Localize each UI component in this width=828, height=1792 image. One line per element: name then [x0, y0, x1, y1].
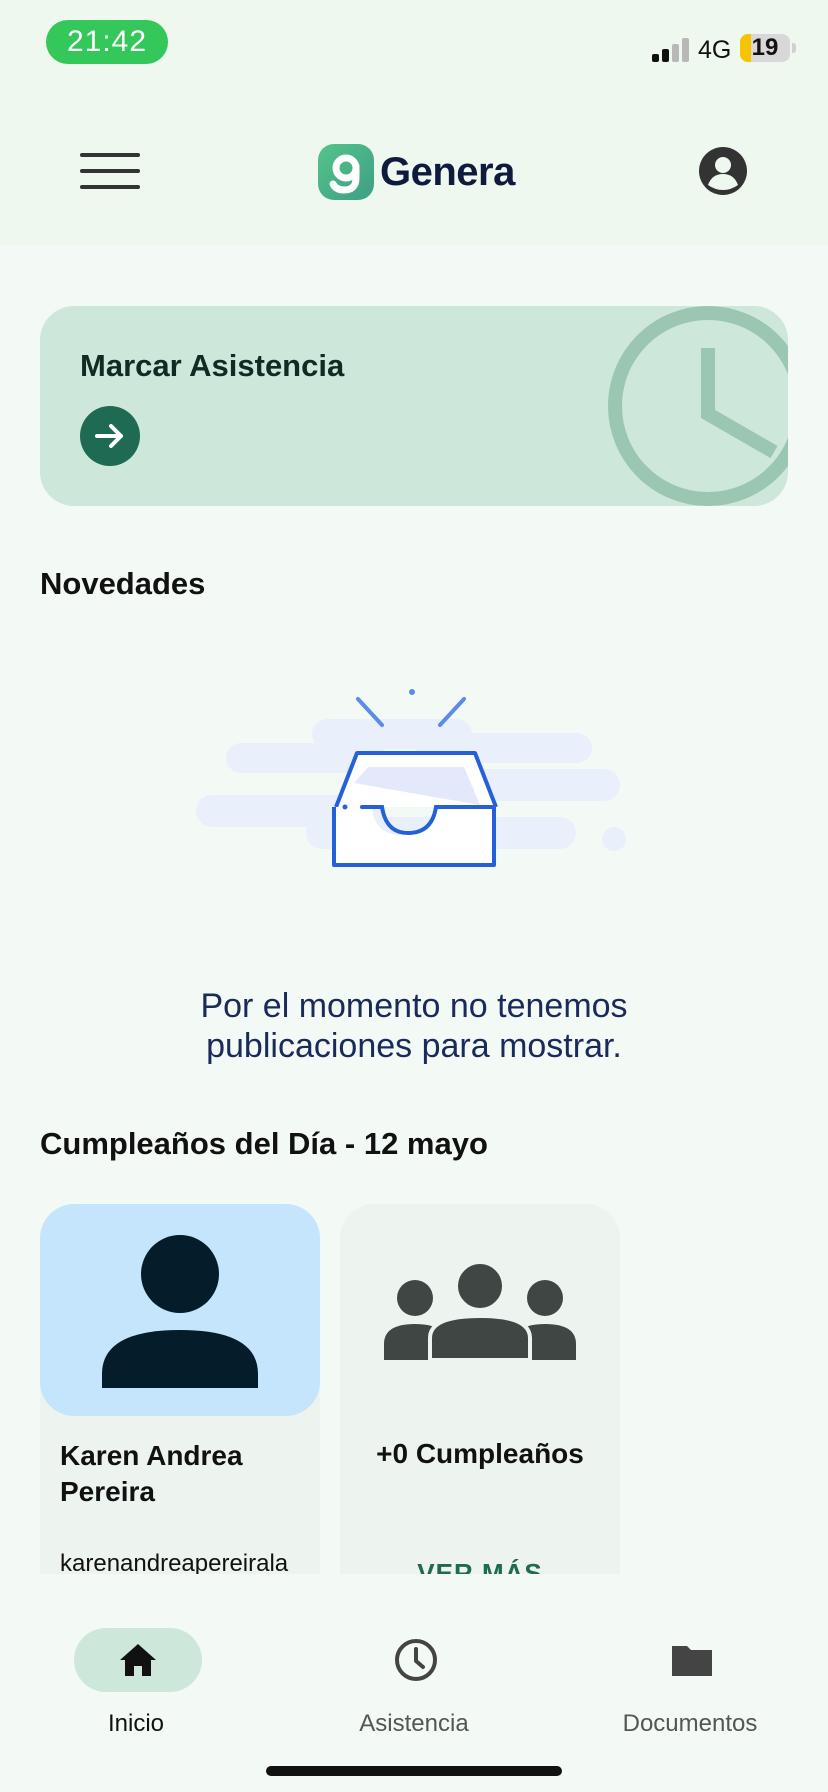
bottom-navigation: Inicio Asistencia Documentos [0, 1574, 828, 1792]
nav-label-asistencia: Asistencia [359, 1710, 469, 1737]
birthday-person-name: Karen Andrea Pereira [60, 1440, 243, 1507]
person-icon [40, 1204, 320, 1416]
app-header: Genera [0, 90, 828, 245]
network-label: 4G [698, 36, 732, 64]
home-icon [120, 1644, 156, 1676]
empty-inbox-icon [196, 689, 626, 867]
folder-icon [672, 1646, 712, 1676]
nav-item-documentos[interactable]: Documentos [590, 1628, 790, 1748]
birthday-person-card[interactable]: Karen Andrea Pereira karenandreapereiral… [40, 1204, 320, 1574]
logo-text: Genera [380, 149, 515, 194]
birthday-summary-card[interactable]: +0 Cumpleaños VER MÁS [340, 1204, 620, 1574]
nav-item-inicio[interactable]: Inicio [36, 1628, 236, 1748]
app-logo: Genera [318, 144, 515, 200]
battery-cap [792, 43, 796, 53]
group-icon [340, 1204, 620, 1416]
clock-icon [608, 306, 788, 506]
nav-label-inicio: Inicio [107, 1710, 165, 1737]
home-indicator[interactable] [266, 1766, 562, 1776]
status-time: 21:42 [46, 20, 168, 64]
birthday-person-email: karenandreapereirala [60, 1550, 289, 1574]
attendance-title: Marcar Asistencia [80, 348, 345, 383]
nav-item-asistencia[interactable]: Asistencia [314, 1628, 514, 1748]
nav-label-documentos: Documentos [622, 1710, 758, 1737]
empty-news-message: Por el momento no tenemos publicaciones … [200, 987, 628, 1065]
account-circle-icon[interactable] [698, 146, 748, 196]
logo-mark-icon [318, 144, 374, 200]
birthdays-section-title: Cumpleaños del Día - 12 mayo [40, 1126, 488, 1161]
signal-icon [652, 38, 690, 62]
see-more-button[interactable]: VER MÁS [340, 1558, 620, 1574]
clock-icon [395, 1639, 437, 1681]
birthday-count: +0 Cumpleaños [376, 1438, 584, 1469]
hamburger-icon[interactable] [80, 153, 140, 189]
status-bar: 21:42 4G 19 [0, 0, 828, 90]
battery-icon: 19 [740, 34, 790, 62]
battery-level: 19 [751, 34, 779, 61]
news-section-title: Novedades [40, 566, 206, 601]
mark-attendance-card[interactable]: Marcar Asistencia [40, 306, 788, 506]
arrow-right-icon[interactable] [80, 406, 140, 466]
